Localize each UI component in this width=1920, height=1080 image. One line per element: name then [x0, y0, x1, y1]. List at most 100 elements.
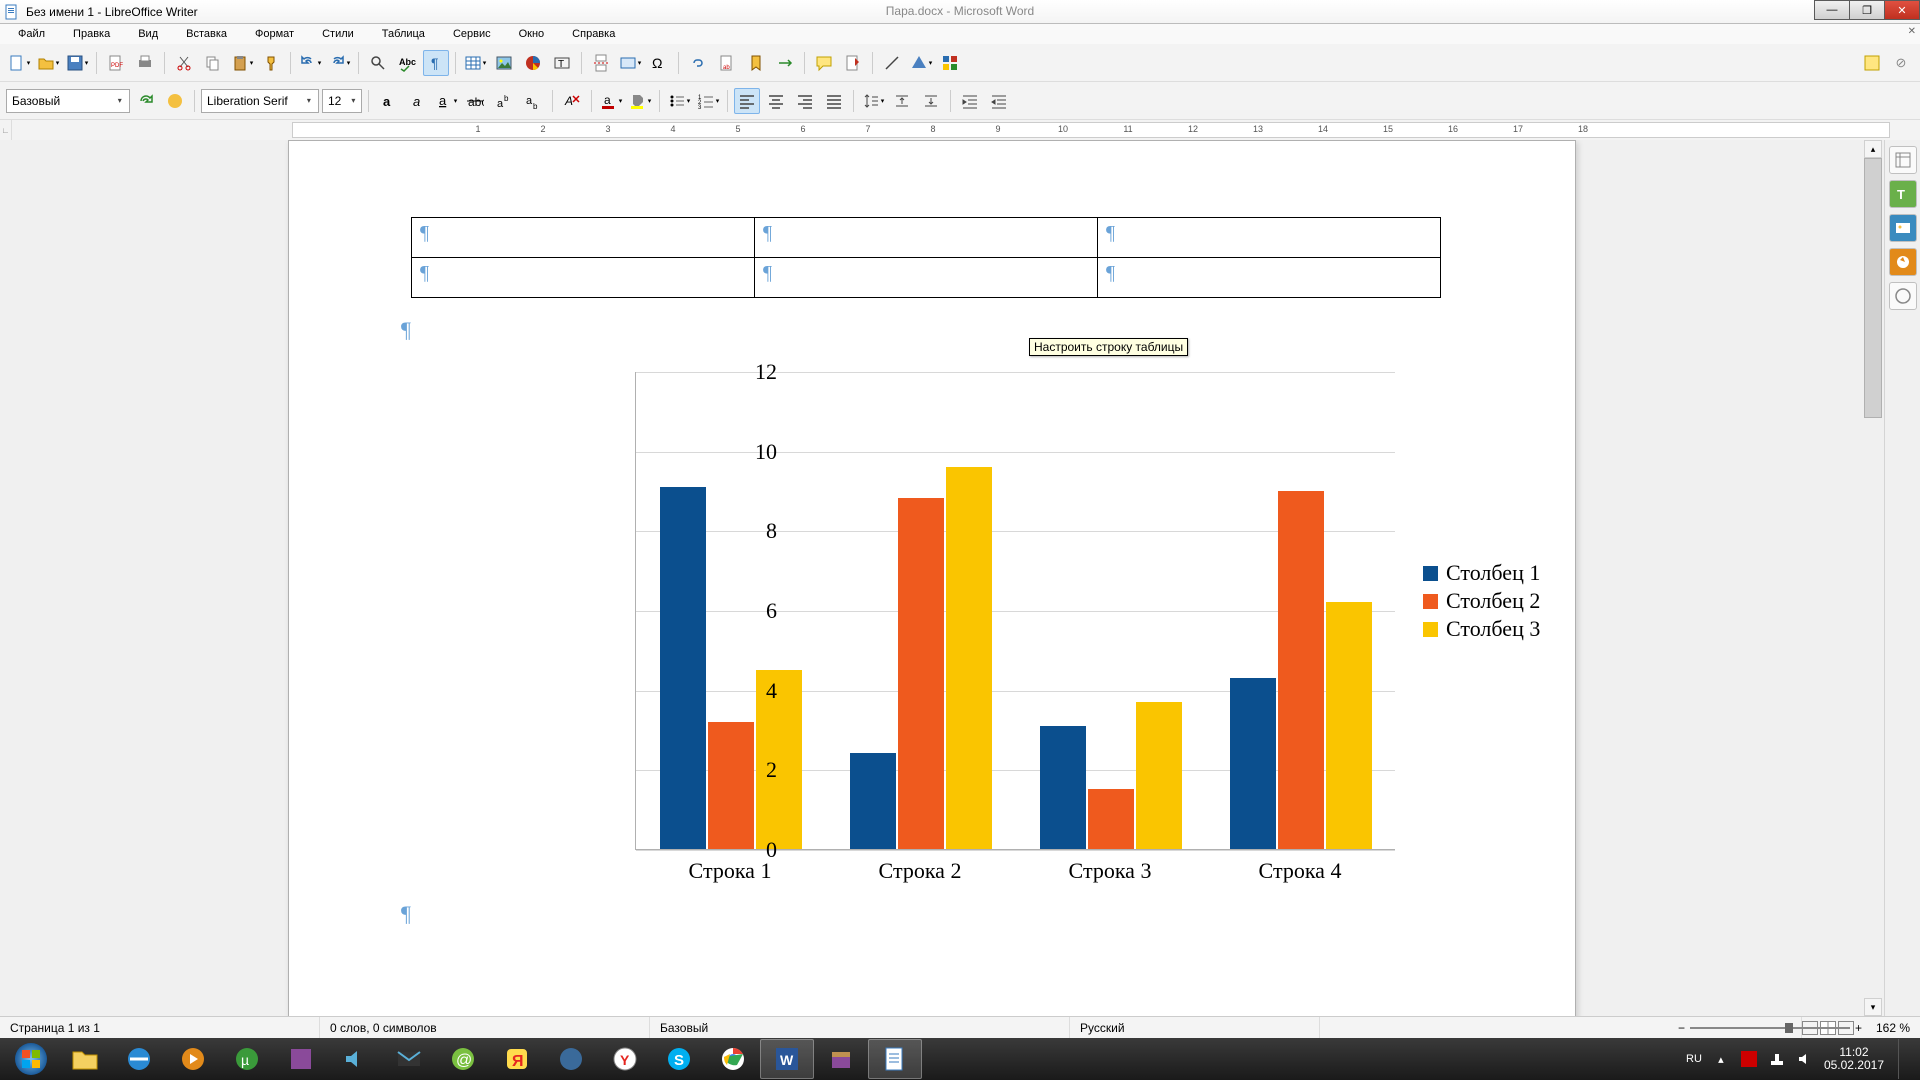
- status-zoom[interactable]: 162 %: [1858, 1017, 1920, 1038]
- sidebar-gallery-icon[interactable]: [1889, 214, 1917, 242]
- font-size-input[interactable]: [326, 93, 349, 109]
- taskbar-app-icon[interactable]: [274, 1039, 328, 1079]
- font-name-input[interactable]: [205, 93, 303, 109]
- tray-volume-icon[interactable]: [1796, 1050, 1814, 1068]
- italic-button[interactable]: a: [404, 88, 430, 114]
- menu-tools[interactable]: Сервис: [441, 28, 503, 40]
- comment-button[interactable]: [811, 50, 837, 76]
- taskbar-ybrowser-icon[interactable]: Y: [598, 1039, 652, 1079]
- close-doc-button[interactable]: ⊘: [1888, 50, 1914, 76]
- taskbar-yandex-icon[interactable]: Я: [490, 1039, 544, 1079]
- whats-this-button[interactable]: [1859, 50, 1885, 76]
- export-pdf-button[interactable]: PDF: [103, 50, 129, 76]
- menu-insert[interactable]: Вставка: [174, 28, 239, 40]
- scroll-up-button[interactable]: ▴: [1864, 140, 1882, 158]
- update-style-button[interactable]: [133, 88, 159, 114]
- font-name-combo[interactable]: ▾: [201, 89, 319, 113]
- document-page[interactable]: ¶ ¶ ¶ ¶ ¶ ¶ ¶ Настроить строку таблицы С…: [288, 140, 1576, 1016]
- track-changes-button[interactable]: [840, 50, 866, 76]
- taskbar-app2-icon[interactable]: [544, 1039, 598, 1079]
- subscript-button[interactable]: ab: [520, 88, 546, 114]
- tray-clock[interactable]: 11:02 05.02.2017: [1824, 1046, 1884, 1072]
- insert-textbox-button[interactable]: T: [549, 50, 575, 76]
- formatting-marks-button[interactable]: ¶: [423, 50, 449, 76]
- taskbar-skype-icon[interactable]: S: [652, 1039, 706, 1079]
- superscript-button[interactable]: ab: [491, 88, 517, 114]
- sidebar-navigator-icon[interactable]: [1889, 248, 1917, 276]
- chart-object[interactable]: Столбец 1Столбец 2Столбец 3 024681012Стр…: [439, 348, 1549, 908]
- status-language[interactable]: Русский: [1070, 1017, 1320, 1038]
- basic-shapes-button[interactable]: ▾: [908, 50, 934, 76]
- insert-chart-button[interactable]: [520, 50, 546, 76]
- spellcheck-button[interactable]: Abc: [394, 50, 420, 76]
- show-desktop-button[interactable]: [1898, 1039, 1908, 1079]
- status-style[interactable]: Базовый: [650, 1017, 1070, 1038]
- insert-symbol-button[interactable]: Ω: [646, 50, 672, 76]
- paragraph-style-combo[interactable]: ▾: [6, 89, 130, 113]
- taskbar-word-icon[interactable]: W: [760, 1039, 814, 1079]
- taskbar-explorer-icon[interactable]: [58, 1039, 112, 1079]
- scroll-down-button[interactable]: ▾: [1864, 998, 1882, 1016]
- scroll-thumb[interactable]: [1864, 158, 1882, 418]
- font-color-button[interactable]: a▾: [598, 88, 624, 114]
- decrease-spacing-button[interactable]: [918, 88, 944, 114]
- print-button[interactable]: [132, 50, 158, 76]
- menu-help[interactable]: Справка: [560, 28, 627, 40]
- sidebar-manage-changes-icon[interactable]: [1889, 282, 1917, 310]
- status-page[interactable]: Страница 1 из 1: [0, 1017, 320, 1038]
- sidebar-properties-icon[interactable]: [1889, 146, 1917, 174]
- save-button[interactable]: ▾: [64, 50, 90, 76]
- find-button[interactable]: [365, 50, 391, 76]
- start-button[interactable]: [4, 1039, 58, 1079]
- new-style-button[interactable]: [162, 88, 188, 114]
- taskbar-winrar-icon[interactable]: [814, 1039, 868, 1079]
- draw-functions-button[interactable]: [937, 50, 963, 76]
- taskbar-utorrent-icon[interactable]: µ: [220, 1039, 274, 1079]
- taskbar-media-icon[interactable]: [166, 1039, 220, 1079]
- table-cell[interactable]: ¶: [412, 258, 755, 298]
- decrease-indent-button[interactable]: [986, 88, 1012, 114]
- bookmark-button[interactable]: [743, 50, 769, 76]
- taskbar-writer-icon[interactable]: [868, 1039, 922, 1079]
- taskbar-ie-icon[interactable]: [112, 1039, 166, 1079]
- table-row[interactable]: ¶ ¶ ¶: [412, 258, 1441, 298]
- tray-show-hidden-icon[interactable]: ▴: [1712, 1050, 1730, 1068]
- document-close-icon[interactable]: ✕: [1908, 26, 1916, 37]
- cross-reference-button[interactable]: [772, 50, 798, 76]
- menu-window[interactable]: Окно: [507, 28, 557, 40]
- taskbar-agent-icon[interactable]: @: [436, 1039, 490, 1079]
- minimize-button[interactable]: —: [1814, 0, 1850, 20]
- menu-file[interactable]: Файл: [6, 28, 57, 40]
- page-break-button[interactable]: [588, 50, 614, 76]
- redo-button[interactable]: ▾: [326, 50, 352, 76]
- bullets-button[interactable]: ▾: [666, 88, 692, 114]
- paragraph-style-input[interactable]: [10, 93, 114, 109]
- taskbar-mail-icon[interactable]: [382, 1039, 436, 1079]
- insert-image-button[interactable]: [491, 50, 517, 76]
- maximize-button[interactable]: ❐: [1849, 0, 1885, 20]
- horizontal-ruler[interactable]: 123456789101112131415161718: [292, 122, 1890, 138]
- taskbar-sound-icon[interactable]: [328, 1039, 382, 1079]
- increase-indent-button[interactable]: [957, 88, 983, 114]
- copy-button[interactable]: [200, 50, 226, 76]
- menu-table[interactable]: Таблица: [370, 28, 437, 40]
- line-spacing-button[interactable]: ▾: [860, 88, 886, 114]
- undo-button[interactable]: ▾: [297, 50, 323, 76]
- open-button[interactable]: ▾: [35, 50, 61, 76]
- tray-flag-icon[interactable]: [1740, 1050, 1758, 1068]
- insert-field-button[interactable]: ▾: [617, 50, 643, 76]
- cut-button[interactable]: [171, 50, 197, 76]
- insert-table-button[interactable]: ▾: [462, 50, 488, 76]
- paste-button[interactable]: ▾: [229, 50, 255, 76]
- footnote-button[interactable]: ab: [714, 50, 740, 76]
- tray-language[interactable]: RU: [1686, 1053, 1702, 1065]
- align-left-button[interactable]: [734, 88, 760, 114]
- table-row[interactable]: ¶ ¶ ¶: [412, 218, 1441, 258]
- font-size-combo[interactable]: ▾: [322, 89, 362, 113]
- zoom-slider[interactable]: − +: [1690, 1021, 1850, 1035]
- bold-button[interactable]: a: [375, 88, 401, 114]
- clear-format-button[interactable]: A: [559, 88, 585, 114]
- sidebar-styles-icon[interactable]: T: [1889, 180, 1917, 208]
- justify-button[interactable]: [821, 88, 847, 114]
- menu-styles[interactable]: Стили: [310, 28, 366, 40]
